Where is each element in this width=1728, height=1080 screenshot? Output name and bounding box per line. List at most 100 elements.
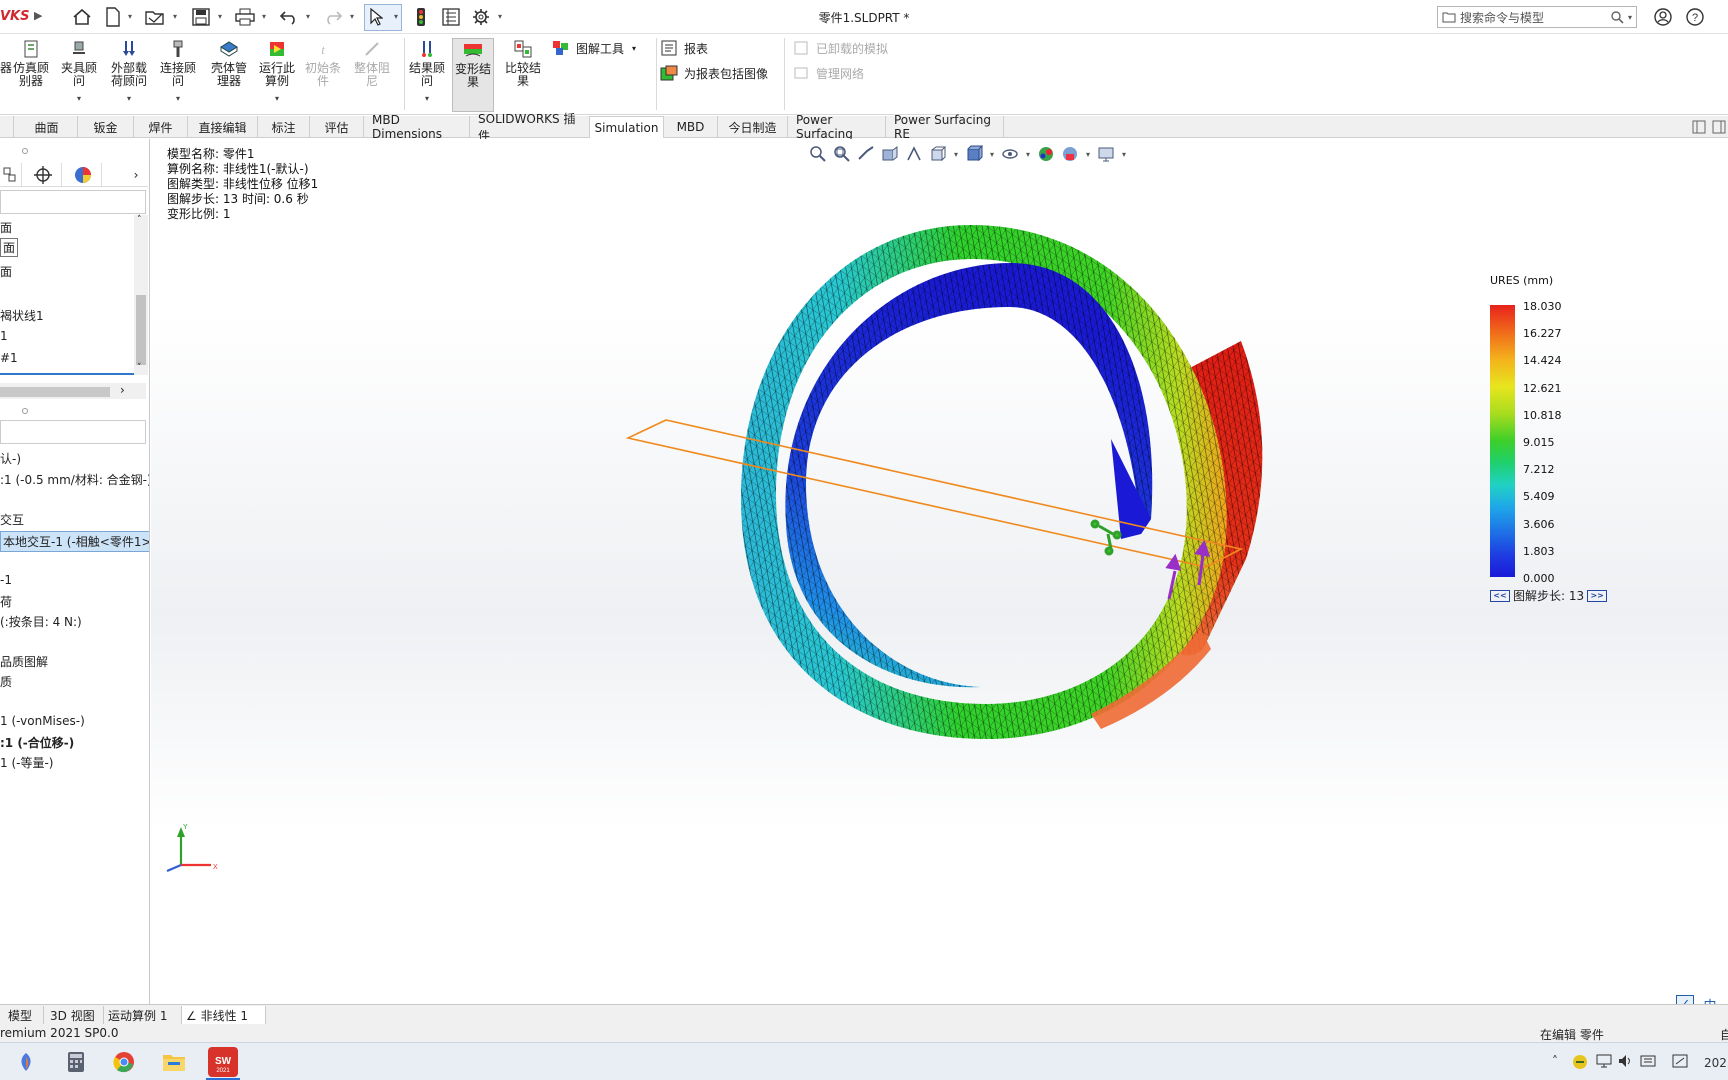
help-icon[interactable]: ? [1684, 6, 1706, 28]
tree-item-face-3[interactable]: 面 [0, 263, 12, 280]
solidworks-taskbar-icon[interactable]: SW 2021 [208, 1047, 238, 1077]
display-manager-tab-icon[interactable] [64, 163, 102, 187]
legend-tick-label: 12.621 [1523, 381, 1562, 395]
plot-tools-dropdown-icon[interactable]: ▾ [632, 44, 636, 53]
tree-vertical-scrollbar[interactable]: ˄ ˅ [134, 215, 148, 375]
scroll-up-icon[interactable]: ˄ [137, 215, 142, 225]
study-item-displacement[interactable]: :1 (-合位移-) [0, 734, 74, 751]
chrome-browser-icon[interactable] [110, 1048, 138, 1076]
unloaded-simulations-button[interactable]: 已卸载的模拟 [792, 38, 888, 58]
run-study-button[interactable]: 运行此 算例 ▾ [256, 38, 298, 112]
step-next-button[interactable]: >> [1587, 589, 1608, 602]
tab-5[interactable]: 评估 [310, 116, 364, 138]
tab-9[interactable]: MBD [664, 116, 718, 138]
ribbon-dropdown-icon[interactable]: ▾ [275, 92, 279, 105]
results-legend[interactable]: URES (mm) 18.030 16.227 14.424 12.621 10.818… [1488, 274, 1628, 614]
tab-4[interactable]: 标注 [258, 116, 310, 138]
global-damping-button[interactable]: 整体阻尼 [350, 38, 394, 112]
plot-tools-button[interactable]: 图解工具 ▾ [552, 38, 636, 58]
network-icon[interactable] [1596, 1054, 1612, 1071]
bottom-tab-3[interactable]: ∠ 非线性 1 [182, 1006, 266, 1024]
search-input[interactable]: 搜索命令与模型 ▾ [1437, 6, 1637, 28]
tab-7[interactable]: SOLIDWORKS 插件 [470, 112, 590, 143]
config-manager-tab-icon[interactable] [24, 163, 62, 187]
tab-6[interactable]: MBD Dimensions [364, 113, 470, 141]
study-item-fixture[interactable]: -1 [0, 573, 12, 587]
initial-conditions-button[interactable]: t 初始条件 [302, 38, 344, 112]
study-item-shell[interactable]: :1 (-0.5 mm/材料: 合金钢-) [0, 471, 149, 488]
file-explorer-icon[interactable] [160, 1048, 188, 1076]
tree-item-face-1[interactable]: 面 [0, 219, 12, 236]
tab-3[interactable]: 直接编辑 [188, 116, 258, 138]
deformed-result-button[interactable]: 变形结果 [452, 38, 494, 112]
bottom-tab-2[interactable]: 运动算例 1 [104, 1006, 182, 1024]
manage-network-button[interactable]: 管理网络 [792, 63, 864, 83]
ribbon-dropdown-icon[interactable]: ▾ [425, 92, 429, 105]
tree-item-1[interactable]: 1 [0, 329, 8, 343]
tab-10[interactable]: 今日制造 [718, 116, 788, 138]
tab-cut[interactable] [0, 116, 14, 138]
input-method-icon[interactable] [1640, 1054, 1656, 1071]
edge-browser-icon[interactable] [12, 1048, 40, 1076]
tab-0[interactable]: 曲面 [16, 116, 78, 138]
scroll-right-icon[interactable]: › [120, 383, 125, 397]
scrollbar-thumb[interactable] [136, 295, 146, 365]
panel-expand-icon[interactable] [1712, 120, 1726, 134]
graphics-area[interactable]: 模型名称: 零件1 算例名称: 非线性1(-默认-) 图解类型: 非线性位移 位… [151, 139, 1728, 1004]
external-loads-advisor-button[interactable]: 外部载 荷顾问 ▾ [106, 38, 152, 112]
tab-8[interactable]: Simulation [590, 116, 664, 138]
include-image-button[interactable]: 为报表包括图像 [660, 63, 768, 83]
tab-11[interactable]: Power Surfacing [788, 113, 886, 141]
tree-item-2[interactable]: #1 [0, 351, 18, 365]
panel-collapse-icon[interactable] [1692, 120, 1706, 134]
splitter-handle[interactable] [22, 408, 28, 414]
step-previous-button[interactable]: << [1490, 589, 1510, 602]
search-dropdown-icon[interactable]: ▾ [1628, 13, 1632, 22]
search-icon[interactable] [1610, 10, 1624, 24]
ribbon-dropdown-icon[interactable]: ▾ [176, 92, 180, 105]
tab-1[interactable]: 钣金 [78, 116, 134, 138]
property-manager-tab-icon[interactable] [0, 163, 22, 187]
ime-indicator[interactable]: 中 [1701, 995, 1719, 1005]
study-item-interactions[interactable]: 交互 [0, 511, 24, 528]
connections-advisor-button[interactable]: 连接顾问 ▾ [156, 38, 200, 112]
panel-next-tab-icon[interactable]: › [126, 163, 146, 187]
results-advisor-button[interactable]: 结果顾问 ▾ [406, 38, 448, 112]
simulation-advisor-button[interactable]: 仿真顾 别器 [10, 38, 52, 112]
tab-12[interactable]: Power Surfacing RE [886, 113, 1004, 141]
tree-item-curve[interactable]: 褐状线1 [0, 307, 44, 324]
shell-manager-button[interactable]: 壳体管 理器 [206, 38, 252, 112]
ribbon-dropdown-icon[interactable]: ▾ [127, 92, 131, 105]
bottom-tab-1[interactable]: 3D 视图 [46, 1006, 104, 1024]
study-item-results[interactable]: 质 [0, 673, 12, 690]
study-item-local-interaction[interactable]: 本地交互-1 (-相触<零件1>- [0, 531, 149, 552]
study-item-loads[interactable]: 荷 [0, 593, 12, 610]
tab-2[interactable]: 焊件 [134, 116, 188, 138]
tree-item-face-2[interactable]: 面 [0, 238, 19, 257]
calculator-icon[interactable] [62, 1048, 90, 1076]
clock[interactable]: 202 [1704, 1056, 1727, 1070]
account-icon[interactable] [1652, 6, 1674, 28]
study-item-quality-plot[interactable]: 品质图解 [0, 653, 48, 670]
study-item-default[interactable]: 认-) [0, 450, 21, 467]
tray-app-icon[interactable] [1572, 1054, 1588, 1073]
compare-results-button[interactable]: 比较结果 [502, 38, 544, 112]
ribbon-dropdown-icon[interactable]: ▾ [77, 92, 81, 105]
study-item-force[interactable]: (:按条目: 4 N:) [0, 613, 82, 630]
notification-icon[interactable] [1672, 1054, 1688, 1071]
tray-expand-icon[interactable]: ˄ [1552, 1054, 1558, 1068]
scroll-down-icon[interactable]: ˅ [137, 363, 142, 373]
fixture-symbol[interactable] [1090, 519, 1122, 556]
view-check-icon[interactable]: ✓ [1676, 995, 1694, 1004]
volume-icon[interactable] [1618, 1054, 1634, 1071]
tree-filter-input[interactable] [0, 190, 146, 214]
study-item-stress[interactable]: 1 (-vonMises-) [0, 714, 85, 728]
scrollbar-thumb[interactable] [0, 387, 110, 397]
study-item-strain[interactable]: 1 (-等量-) [0, 754, 53, 771]
fixtures-advisor-button[interactable]: 夹具顾问 ▾ [58, 38, 100, 112]
splitter-handle[interactable] [22, 148, 28, 154]
report-button[interactable]: 报表 [660, 38, 708, 58]
bottom-tab-0[interactable]: 模型 [4, 1006, 44, 1024]
tree-horizontal-scrollbar[interactable]: › [0, 383, 146, 399]
study-filter-input[interactable] [0, 420, 146, 444]
